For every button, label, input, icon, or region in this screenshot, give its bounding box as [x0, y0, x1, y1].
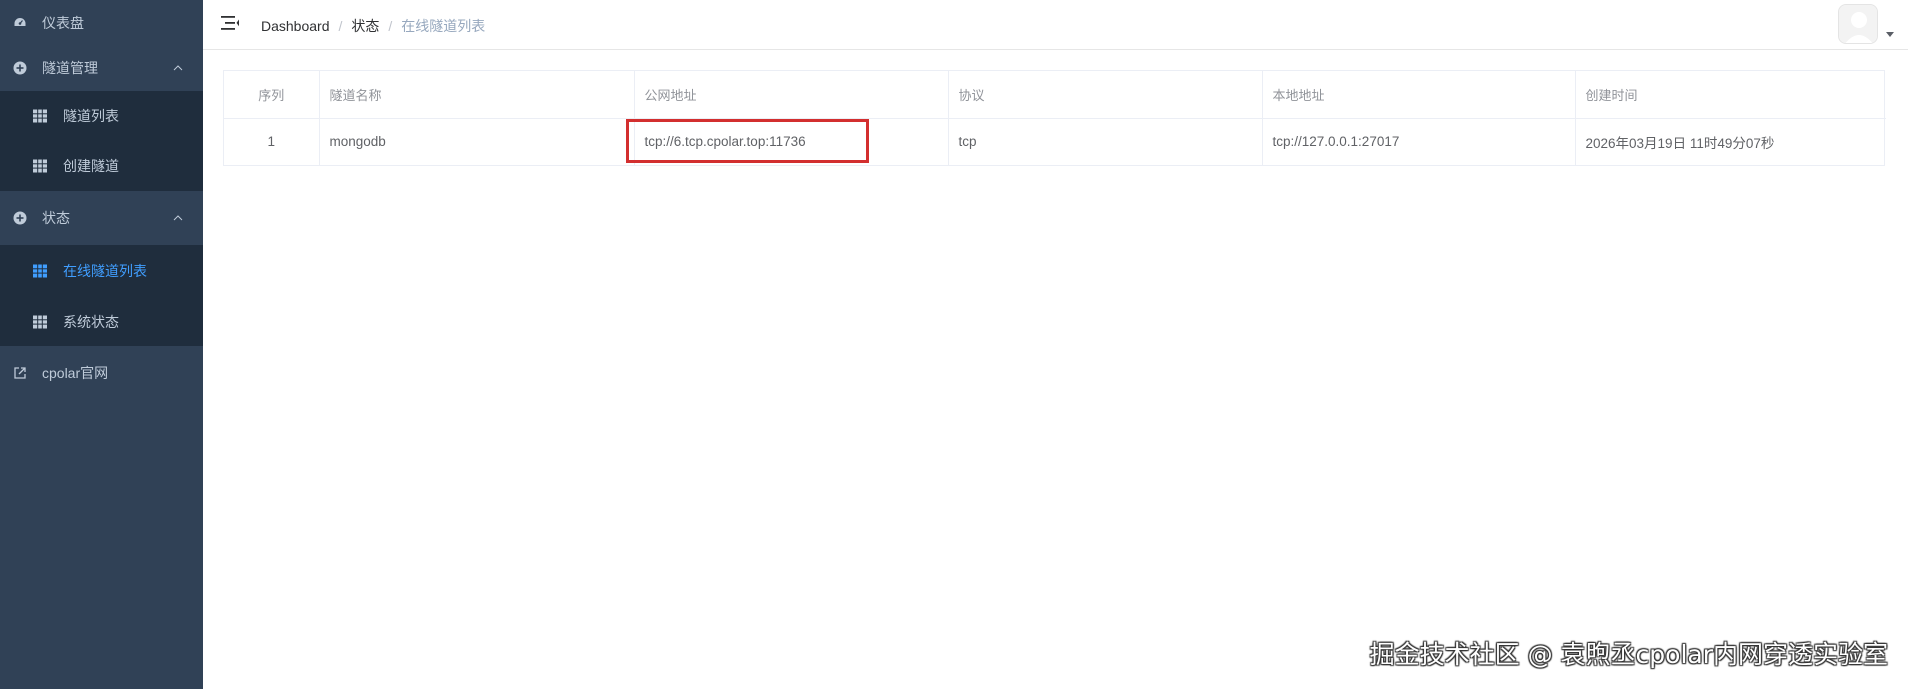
column-header-local-address: 本地地址 — [1262, 71, 1576, 119]
column-header-tunnel-name: 隧道名称 — [319, 71, 635, 119]
table-grid-icon — [33, 109, 47, 123]
menu-label-tunnel-management: 隧道管理 — [42, 60, 98, 76]
column-header-created-time: 创建时间 — [1575, 71, 1886, 119]
sidebar-item-system-status[interactable]: 系统状态 — [0, 297, 203, 346]
table-grid-icon — [33, 264, 47, 278]
table-row: 1 mongodb tcp://6.tcp.cpolar.top:11736 t… — [224, 118, 1886, 165]
table-header-row: 序列 隧道名称 公网地址 协议 本地地址 创建时间 — [224, 71, 1886, 119]
navbar: Dashboard / 状态 / 在线隧道列表 — [203, 0, 1908, 50]
menu-item-cpolar-official-site[interactable]: cpolar官网 — [0, 346, 203, 400]
user-avatar-icon — [1839, 5, 1877, 43]
hamburger-menu-icon[interactable] — [221, 15, 239, 31]
column-header-index: 序列 — [224, 71, 320, 119]
online-tunnel-table: 序列 隧道名称 公网地址 协议 本地地址 创建时间 1 mongodb tcp:… — [223, 70, 1886, 166]
sidebar-item-tunnel-list[interactable]: 隧道列表 — [0, 91, 203, 141]
cell-index: 1 — [224, 118, 320, 165]
external-link-icon — [14, 367, 26, 379]
cell-created-time: 2026年03月19日 11时49分07秒 — [1585, 135, 1775, 151]
sidebar-item-label: 隧道列表 — [63, 108, 119, 124]
sidebar-item-create-tunnel[interactable]: 创建隧道 — [0, 141, 203, 191]
plus-circle-icon — [13, 61, 27, 75]
menu-item-tunnel-management[interactable]: 隧道管理 — [0, 45, 203, 91]
submenu-status: 在线隧道列表 系统状态 — [0, 245, 203, 346]
cell-protocol: tcp — [948, 118, 1263, 165]
sidebar-item-label: 创建隧道 — [63, 158, 119, 174]
submenu-tunnel-management: 隧道列表 创建隧道 — [0, 91, 203, 191]
menu-label-cpolar-official-site: cpolar官网 — [42, 365, 109, 381]
breadcrumb-separator: / — [388, 18, 393, 34]
menu-item-status[interactable]: 状态 — [0, 191, 203, 245]
column-header-protocol: 协议 — [948, 71, 1263, 119]
menu-label-dashboard: 仪表盘 — [42, 14, 84, 31]
chevron-up-icon — [173, 65, 183, 71]
menu-item-dashboard[interactable]: 仪表盘 — [0, 0, 203, 45]
breadcrumb-dashboard[interactable]: Dashboard — [261, 18, 330, 34]
column-header-public-address: 公网地址 — [634, 71, 949, 119]
menu-label-status: 状态 — [42, 210, 70, 226]
cell-tunnel-name: mongodb — [319, 118, 635, 165]
cell-public-address: tcp://6.tcp.cpolar.top:11736 — [634, 118, 949, 165]
chevron-up-icon — [173, 215, 183, 221]
sidebar-item-online-tunnels[interactable]: 在线隧道列表 — [0, 245, 203, 297]
sidebar: 仪表盘 隧道管理 隧道列表 创建隧道 状态 在线隧道列表 系统状态 cpolar… — [0, 0, 203, 689]
table-grid-icon — [33, 315, 47, 328]
plus-circle-icon — [13, 211, 27, 225]
caret-down-icon[interactable] — [1886, 32, 1894, 37]
breadcrumb-separator: / — [338, 18, 343, 34]
breadcrumb: Dashboard / 状态 / 在线隧道列表 — [261, 16, 485, 36]
table-grid-icon — [33, 159, 47, 173]
breadcrumb-current: 在线隧道列表 — [401, 18, 486, 34]
avatar[interactable] — [1838, 4, 1878, 44]
breadcrumb-status: 状态 — [351, 18, 380, 34]
cell-local-address: tcp://127.0.0.1:27017 — [1262, 118, 1576, 165]
sidebar-item-label: 系统状态 — [63, 313, 119, 330]
dashboard-gauge-icon — [14, 17, 26, 26]
sidebar-item-label: 在线隧道列表 — [63, 263, 147, 279]
watermark: 掘金技术社区 @ 袁煦丞cpolar内网穿透实验室 — [1369, 640, 1888, 669]
